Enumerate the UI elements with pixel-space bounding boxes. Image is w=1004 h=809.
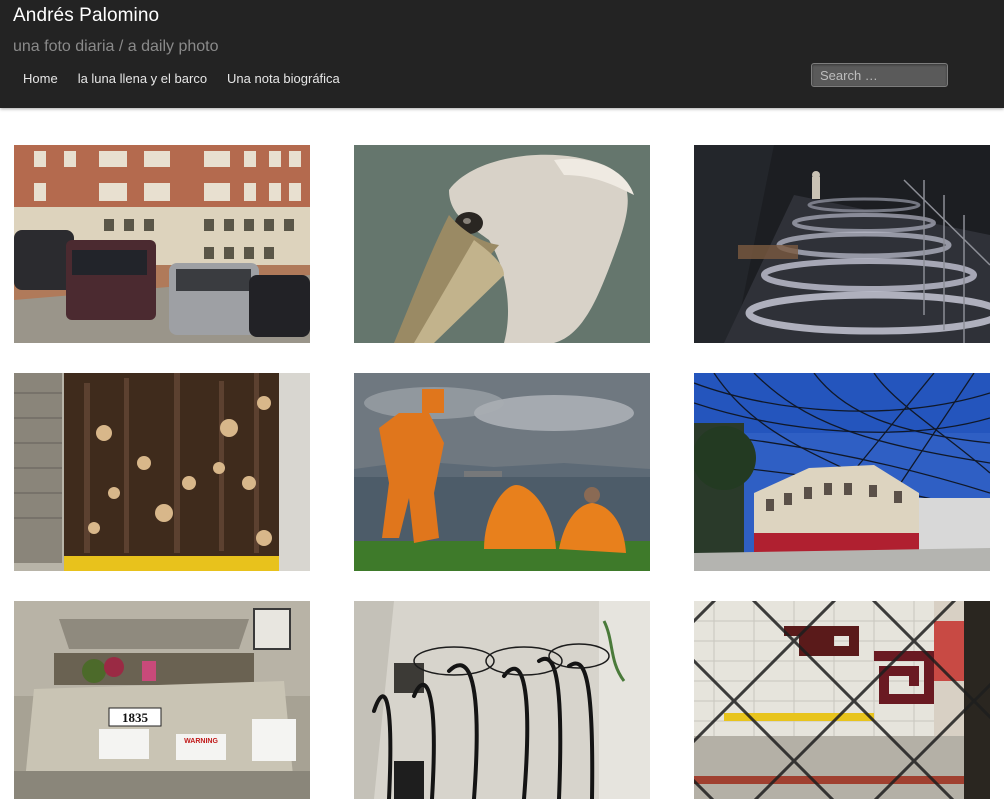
site-description: una foto diaria / a daily photo <box>13 38 219 55</box>
nav-item-nota-biografica[interactable]: Una nota biográfica <box>227 71 340 86</box>
site-header: Andrés Palomino una foto diaria / a dail… <box>0 0 1004 108</box>
photo-victorian-trolley-image <box>694 373 990 571</box>
warning-sign-text: WARNING <box>184 738 218 745</box>
search-input[interactable] <box>811 63 948 87</box>
photo-staple-pole[interactable] <box>14 373 310 571</box>
house-number: 1835 <box>122 710 149 725</box>
photo-staple-pole-image <box>14 373 310 571</box>
photo-monks-bay-image <box>354 373 650 571</box>
nav-item-luna-llena[interactable]: la luna llena y el barco <box>78 71 207 86</box>
photo-tile-mosaic-fence[interactable] <box>694 601 990 799</box>
site-title[interactable]: Andrés Palomino <box>13 5 159 27</box>
photo-monks-bay[interactable] <box>354 373 650 571</box>
nav-item-home[interactable]: Home <box>23 71 58 86</box>
photo-building-cars[interactable] <box>14 145 310 343</box>
photo-balcony-1835-image: 1835 WARNING <box>14 601 310 799</box>
photo-pelican[interactable] <box>354 145 650 343</box>
photo-pelican-image <box>354 145 650 343</box>
photo-victorian-trolley[interactable] <box>694 373 990 571</box>
photo-tile-mosaic-fence-image <box>694 601 990 799</box>
photo-balcony-1835[interactable]: 1835 WARNING <box>14 601 310 799</box>
main-nav: Home la luna llena y el barco Una nota b… <box>23 71 360 86</box>
photo-iron-railing[interactable] <box>354 601 650 799</box>
photo-building-cars-image <box>14 145 310 343</box>
photo-dark-corridor-image <box>694 145 990 343</box>
photo-iron-railing-image <box>354 601 650 799</box>
photo-dark-corridor[interactable] <box>694 145 990 343</box>
